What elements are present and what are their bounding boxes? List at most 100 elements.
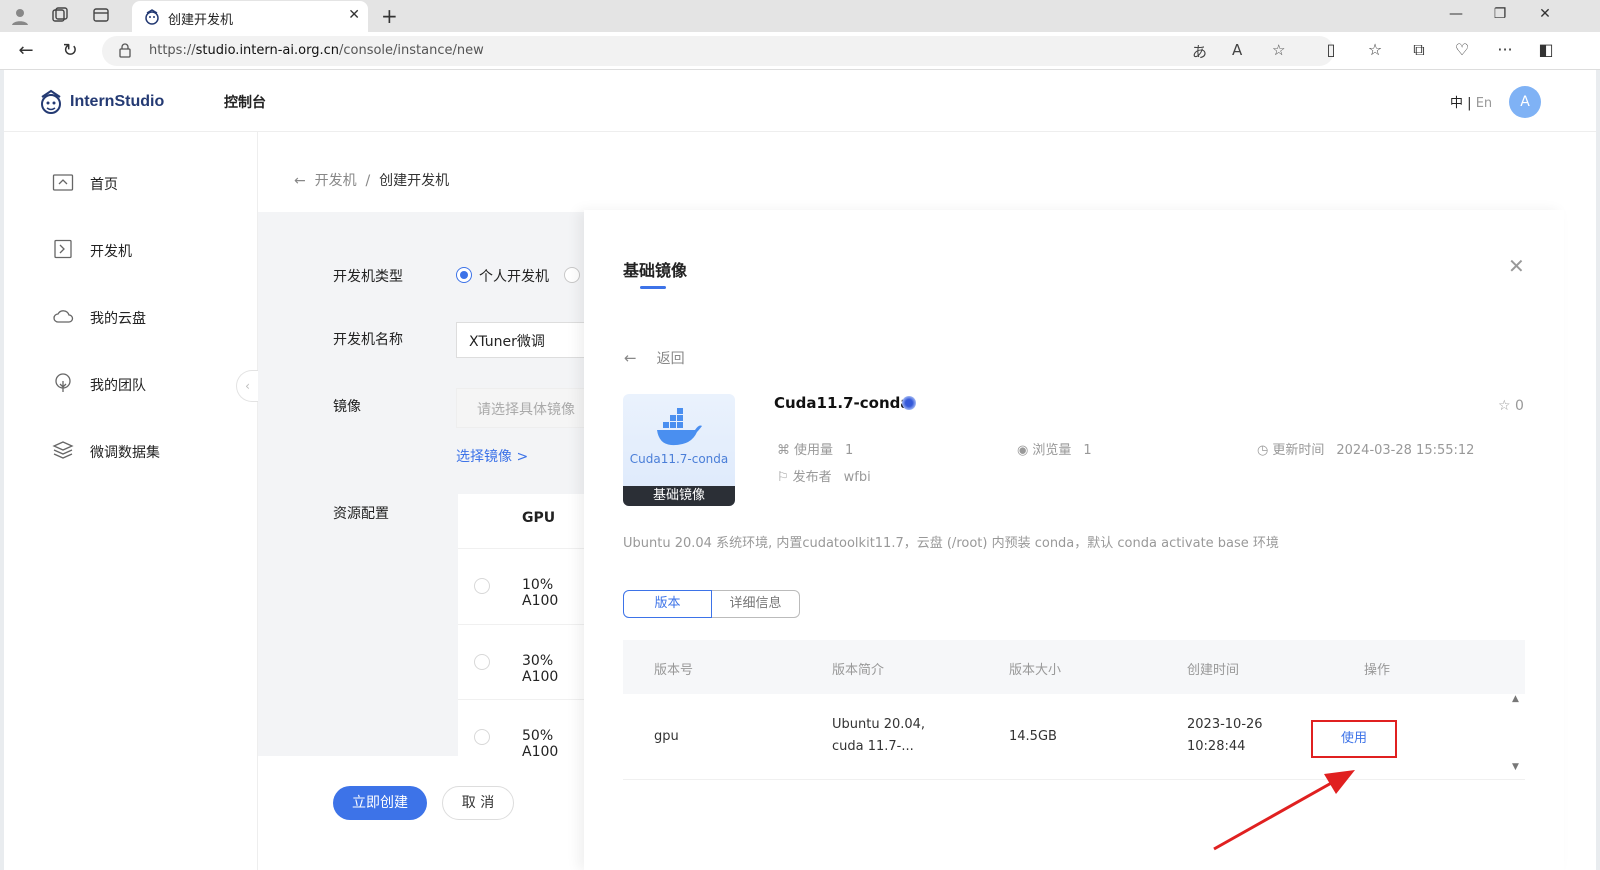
workspaces-icon[interactable] bbox=[50, 6, 70, 26]
drawer-close-icon[interactable]: ✕ bbox=[1508, 254, 1525, 278]
gpu-radio[interactable] bbox=[474, 729, 490, 745]
internstudio-favicon-icon bbox=[145, 9, 159, 25]
scroll-up-icon[interactable]: ▲ bbox=[1512, 694, 1519, 704]
profile-icon[interactable] bbox=[10, 6, 30, 26]
type-other-radio[interactable] bbox=[564, 267, 580, 283]
usage-icon: ⌘ bbox=[777, 443, 790, 458]
tab-title: 创建开发机 bbox=[168, 13, 234, 28]
resource-label: 资源配置 bbox=[333, 506, 389, 522]
select-image-link[interactable]: 选择镜像 > bbox=[456, 446, 528, 466]
row-created-date: 2023-10-26 bbox=[1187, 717, 1263, 732]
dataset-icon bbox=[52, 441, 74, 459]
title-underline bbox=[640, 286, 666, 289]
flag-icon: ⚐ bbox=[777, 470, 789, 485]
scroll-down-icon[interactable]: ▼ bbox=[1512, 762, 1519, 772]
row-summary-line1: Ubuntu 20.04, bbox=[832, 717, 926, 732]
col-size: 版本大小 bbox=[1009, 663, 1062, 678]
language-switch[interactable]: 中 | En bbox=[1450, 92, 1492, 111]
usage-meta: ⌘ 使用量 1 bbox=[777, 443, 854, 458]
team-icon bbox=[55, 373, 71, 392]
cloud-icon bbox=[53, 310, 74, 323]
clock-icon: ◷ bbox=[1257, 443, 1269, 458]
image-card-label: Cuda11.7-conda bbox=[629, 452, 729, 466]
base-image-drawer: 基础镜像 ✕ ← 返回 Cuda11.7-conda 基础镜像 Cuda11.7-… bbox=[584, 210, 1564, 870]
tab-details[interactable]: 详细信息 bbox=[712, 590, 800, 618]
gpu-radio[interactable] bbox=[474, 578, 490, 594]
back-icon[interactable]: ← bbox=[14, 40, 38, 61]
col-action: 操作 bbox=[1364, 663, 1391, 678]
version-table-header: 版本号 版本简介 版本大小 创建时间 操作 bbox=[623, 640, 1525, 694]
favorites-icon[interactable]: ☆ bbox=[1364, 40, 1386, 59]
split-screen-icon[interactable]: ▯ bbox=[1320, 40, 1342, 59]
sidebar-item-team[interactable]: 我的团队 bbox=[4, 363, 258, 403]
col-version: 版本号 bbox=[654, 663, 694, 678]
sidebar-item-cloud-disk[interactable]: 我的云盘 bbox=[4, 296, 258, 336]
translate-icon[interactable]: あ bbox=[1192, 41, 1207, 62]
breadcrumb-current: 创建开发机 bbox=[379, 173, 450, 189]
address-bar: ← ↻ https://studio.intern-ai.org.cn/cons… bbox=[0, 32, 1600, 70]
cancel-button[interactable]: 取 消 bbox=[442, 786, 514, 820]
window-close-icon[interactable]: ✕ bbox=[1535, 6, 1555, 22]
image-card: Cuda11.7-conda 基础镜像 bbox=[623, 394, 735, 506]
star-count[interactable]: ☆ 0 bbox=[1498, 398, 1524, 414]
breadcrumb-parent[interactable]: 开发机 bbox=[315, 173, 357, 189]
type-label: 开发机类型 bbox=[333, 269, 403, 285]
verified-badge-icon bbox=[902, 396, 916, 410]
collections-icon[interactable]: ⧉ bbox=[1408, 40, 1430, 60]
restore-icon[interactable]: ❐ bbox=[1490, 6, 1510, 22]
gpu-header: GPU bbox=[522, 510, 556, 526]
close-tab-icon[interactable]: ✕ bbox=[348, 7, 360, 23]
console-link[interactable]: 控制台 bbox=[224, 92, 266, 112]
browser-tab-bar: 创建开发机 ✕ + — ❐ ✕ bbox=[0, 0, 1600, 32]
gpu-radio[interactable] bbox=[474, 654, 490, 670]
tab-version[interactable]: 版本 bbox=[623, 590, 712, 618]
favorite-star-icon[interactable]: ☆ bbox=[1272, 41, 1285, 59]
active-tab[interactable]: 创建开发机 ✕ bbox=[132, 1, 368, 32]
internstudio-logo-icon bbox=[41, 89, 61, 114]
sidebar-item-devmachine[interactable]: 开发机 bbox=[4, 229, 258, 269]
breadcrumb: ← 开发机 / 创建开发机 bbox=[294, 173, 450, 189]
more-options-icon[interactable]: ··· bbox=[1494, 40, 1516, 59]
col-created: 创建时间 bbox=[1187, 663, 1240, 678]
back-link[interactable]: ← 返回 bbox=[624, 348, 685, 368]
name-input[interactable]: XTuner微调 bbox=[456, 322, 588, 358]
row-created-time: 10:28:44 bbox=[1187, 739, 1246, 754]
sidebar-item-dataset[interactable]: 微调数据集 bbox=[4, 430, 258, 470]
updated-meta: ◷ 更新时间 2024-03-28 15:55:12 bbox=[1257, 443, 1475, 458]
gpu-option-row[interactable]: 10% A100 bbox=[458, 548, 588, 623]
create-form: 开发机类型 个人开发机 开发机名称 XTuner微调 镜像 请选择具体镜像 选择… bbox=[258, 212, 588, 760]
tab-actions-icon[interactable] bbox=[91, 6, 111, 26]
use-button[interactable]: 使用 bbox=[1311, 720, 1397, 758]
type-personal-radio[interactable] bbox=[456, 267, 472, 283]
new-tab-icon[interactable]: + bbox=[381, 4, 398, 28]
minimize-icon[interactable]: — bbox=[1446, 6, 1466, 22]
back-arrow-icon: ← bbox=[624, 349, 637, 367]
gpu-option-row[interactable]: 30% A100 bbox=[458, 624, 588, 699]
extensions-icon[interactable]: ♡ bbox=[1451, 40, 1473, 59]
views-meta: ◉ 浏览量 1 bbox=[1017, 443, 1092, 458]
drawer-title: 基础镜像 bbox=[623, 261, 688, 280]
sidebar-item-home[interactable]: 首页 bbox=[4, 162, 258, 202]
read-aloud-icon[interactable]: A bbox=[1232, 41, 1242, 59]
lang-en[interactable]: En bbox=[1476, 96, 1492, 111]
app-header: InternStudio 控制台 中 | En A bbox=[4, 70, 1596, 132]
sidebar: 首页 开发机 我的云盘 我的团队 微调数据集 ‹ bbox=[4, 132, 258, 870]
create-button[interactable]: 立即创建 bbox=[333, 786, 427, 820]
sidebar-toggle-icon[interactable]: ◧ bbox=[1535, 40, 1557, 59]
lang-zh[interactable]: 中 bbox=[1450, 96, 1463, 111]
breadcrumb-back-icon[interactable]: ← bbox=[294, 173, 306, 189]
image-input[interactable]: 请选择具体镜像 bbox=[456, 388, 588, 428]
url-field[interactable]: https://studio.intern-ai.org.cn/console/… bbox=[102, 36, 1334, 66]
type-personal-label[interactable]: 个人开发机 bbox=[479, 266, 549, 286]
lock-icon bbox=[119, 43, 131, 58]
image-label: 镜像 bbox=[333, 399, 361, 415]
avatar[interactable]: A bbox=[1509, 86, 1541, 118]
logo-text[interactable]: InternStudio bbox=[70, 93, 164, 111]
gpu-table: GPU 10% A100 30% A100 50% A100 bbox=[458, 494, 588, 760]
image-card-tag: 基础镜像 bbox=[623, 486, 735, 506]
eye-icon: ◉ bbox=[1017, 443, 1029, 458]
home-icon bbox=[52, 174, 74, 191]
name-label: 开发机名称 bbox=[333, 332, 403, 348]
gpu-option-row[interactable]: 50% A100 bbox=[458, 699, 588, 774]
refresh-icon[interactable]: ↻ bbox=[58, 40, 82, 61]
